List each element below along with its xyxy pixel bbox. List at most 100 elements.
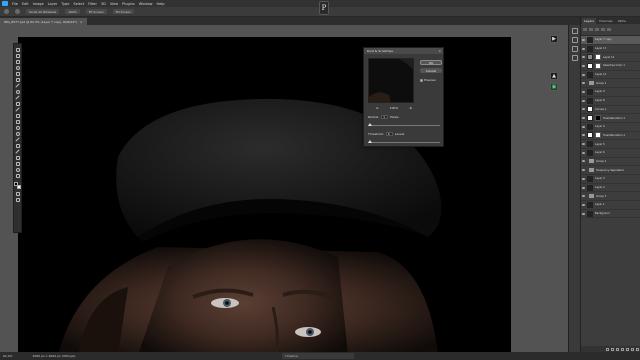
color-swatches[interactable] [14, 182, 21, 190]
layer-thumbnail[interactable] [587, 184, 593, 191]
layer-thumbnail[interactable] [587, 106, 593, 113]
zoom-out-icon[interactable]: ⊖ [376, 106, 379, 110]
filter-type-icon[interactable] [601, 28, 605, 31]
layer-row[interactable]: Layer 3 [581, 175, 640, 184]
layer-thumbnail[interactable] [587, 175, 593, 182]
visibility-eye-icon[interactable] [582, 56, 585, 59]
brush-settings-icon[interactable] [571, 55, 578, 61]
menu-plugins[interactable]: Plugins [122, 2, 135, 6]
background-color-swatch[interactable] [17, 185, 21, 189]
layer-thumbnail[interactable] [587, 149, 593, 156]
layer-row[interactable]: Layer 10 [581, 71, 640, 80]
visibility-eye-icon[interactable] [582, 143, 585, 146]
type-tool-icon[interactable] [15, 143, 20, 148]
filter-shape-icon[interactable] [607, 28, 611, 31]
dodge-tool-icon[interactable] [15, 131, 20, 136]
menu-window[interactable]: Window [139, 2, 153, 6]
visibility-eye-icon[interactable] [582, 212, 585, 215]
layer-row[interactable]: Layer 9 [581, 88, 640, 97]
checkbox-icon[interactable] [420, 78, 423, 82]
layer-thumbnail[interactable] [587, 115, 593, 122]
menu-3d[interactable]: 3D [101, 2, 106, 6]
layer-thumbnail[interactable] [587, 210, 593, 217]
layer-thumbnail[interactable] [587, 132, 593, 139]
visibility-eye-icon[interactable] [582, 47, 585, 50]
menu-filter[interactable]: Filter [88, 2, 97, 6]
layer-row[interactable]: Group 3 [581, 192, 640, 202]
zoom-100-button[interactable]: 100% [65, 9, 80, 14]
photoshop-logo-icon[interactable] [2, 1, 8, 6]
menu-layer[interactable]: Layer [48, 2, 58, 6]
layer-row[interactable]: Group 2 [581, 158, 640, 167]
filter-kind-icon[interactable] [583, 28, 587, 31]
close-icon[interactable]: × [80, 20, 83, 24]
scroll-all-windows-checkbox[interactable]: Scroll All Windows [26, 9, 60, 14]
blur-tool-icon[interactable] [15, 125, 20, 130]
brush-tool-icon[interactable] [15, 95, 20, 100]
layer-row[interactable]: Group 1 [581, 79, 640, 89]
crop-tool-icon[interactable] [15, 77, 20, 82]
layer-thumbnail[interactable] [587, 97, 593, 104]
ok-button[interactable]: OK [420, 60, 442, 65]
visibility-eye-icon[interactable] [582, 99, 585, 102]
add-style-icon[interactable] [611, 347, 614, 351]
layer-row[interactable]: Background [581, 210, 640, 219]
radius-slider[interactable] [368, 123, 440, 126]
layer-mask-thumbnail[interactable] [595, 54, 601, 61]
layer-thumbnail[interactable] [587, 45, 593, 52]
fit-screen-button[interactable]: Fit Screen [85, 9, 107, 14]
artboard-tool-icon[interactable] [15, 53, 20, 58]
visibility-eye-icon[interactable] [582, 108, 585, 111]
fill-screen-button[interactable]: Fill Screen [112, 9, 134, 14]
object-selection-tool-icon[interactable] [15, 71, 20, 76]
layer-mask-thumbnail[interactable] [595, 62, 601, 69]
add-mask-icon[interactable] [616, 347, 619, 351]
preview-checkbox[interactable]: Preview [420, 78, 436, 82]
new-adjustment-icon[interactable] [621, 347, 624, 351]
layer-thumbnail[interactable] [587, 201, 593, 208]
more-tools-icon[interactable] [15, 173, 20, 178]
link-layers-icon[interactable] [606, 347, 609, 351]
layer-row[interactable]: Curves 2 [581, 106, 640, 115]
gradient-tool-icon[interactable] [15, 119, 20, 124]
layer-row[interactable]: Selective Color 1 [581, 62, 640, 71]
rectangle-tool-icon[interactable] [15, 155, 20, 160]
pen-tool-icon[interactable] [15, 137, 20, 142]
layer-row[interactable]: Layer 13 [581, 45, 640, 54]
move-tool-icon[interactable] [15, 47, 20, 52]
layer-row[interactable]: Layer 6 [581, 149, 640, 158]
layer-thumbnail[interactable] [587, 141, 593, 148]
menu-type[interactable]: Type [61, 2, 69, 6]
layer-row[interactable]: Layer 2 [581, 184, 640, 193]
new-layer-icon[interactable] [631, 347, 634, 351]
filter-pixel-icon[interactable] [589, 28, 593, 31]
menu-help[interactable]: Help [157, 2, 165, 6]
visibility-eye-icon[interactable] [582, 160, 585, 163]
play-icon[interactable]: ▶ [550, 35, 558, 43]
menu-edit[interactable]: Edit [22, 2, 29, 6]
radius-slider-knob[interactable] [368, 123, 372, 126]
visibility-eye-icon[interactable] [582, 90, 585, 93]
menu-select[interactable]: Select [73, 2, 84, 6]
menu-view[interactable]: View [110, 2, 118, 6]
visibility-eye-icon[interactable] [582, 125, 585, 128]
history-brush-tool-icon[interactable] [15, 107, 20, 112]
clone-stamp-tool-icon[interactable] [15, 101, 20, 106]
properties-panel-icon[interactable] [571, 37, 578, 43]
visibility-eye-icon[interactable] [582, 134, 585, 137]
layer-thumbnail[interactable] [587, 62, 593, 69]
visibility-eye-icon[interactable] [582, 82, 585, 85]
close-icon[interactable]: × [438, 49, 441, 53]
marquee-tool-icon[interactable] [15, 59, 20, 64]
layer-row[interactable]: Layer 12 [581, 53, 640, 63]
layer-thumbnail[interactable] [587, 88, 593, 95]
layer-row[interactable]: Layer 8 [581, 97, 640, 106]
tab-layers[interactable]: Layers [582, 18, 596, 24]
zoom-in-icon[interactable]: ⊕ [409, 106, 412, 110]
cancel-button[interactable]: Cancel [420, 68, 442, 73]
tab-channels[interactable]: Channels [597, 18, 615, 24]
layer-row[interactable]: Hue/Saturation 1 [581, 114, 640, 123]
filter-preview-window[interactable] [368, 58, 414, 103]
visibility-eye-icon[interactable] [582, 151, 585, 154]
history-panel-icon[interactable] [571, 28, 578, 34]
